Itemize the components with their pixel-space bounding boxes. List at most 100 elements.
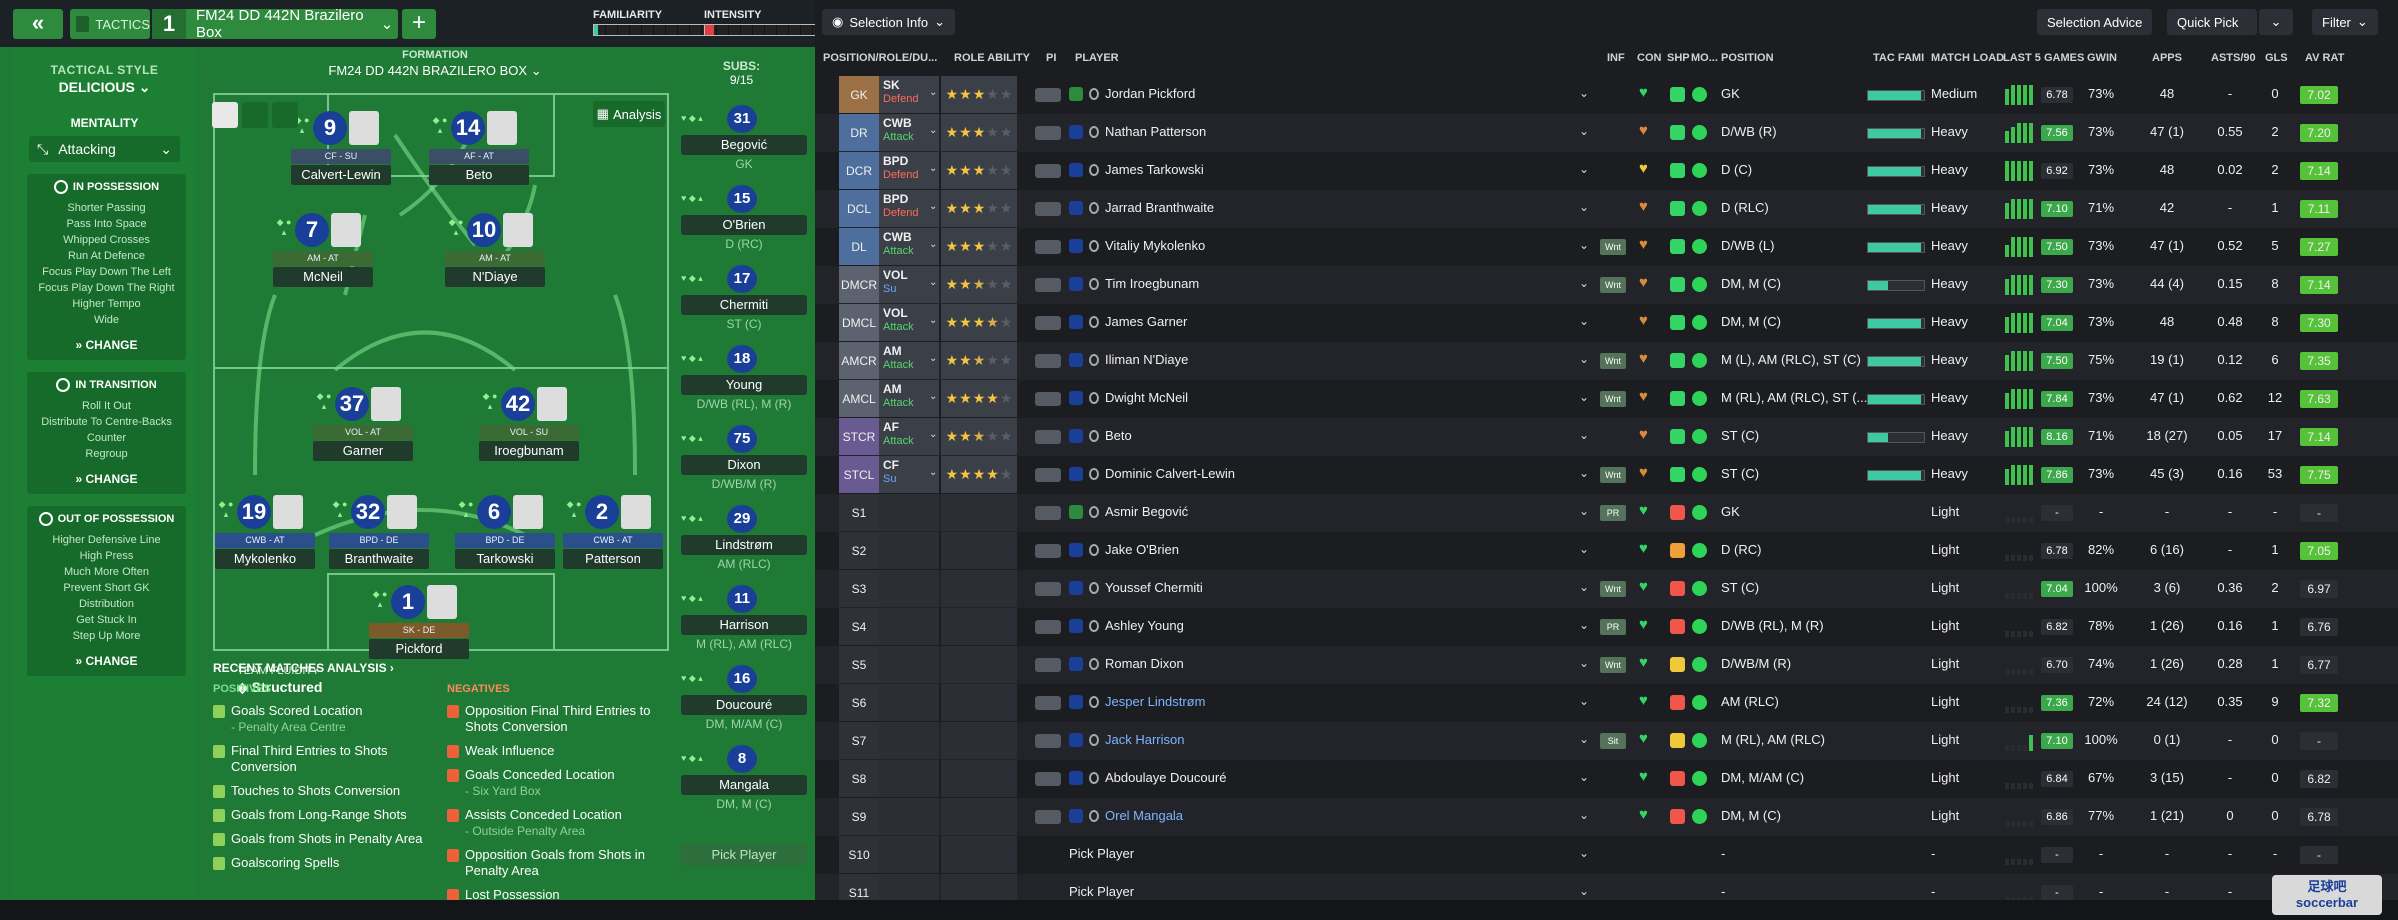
chevron-down-icon[interactable]: ⌄ bbox=[1579, 732, 1589, 746]
table-row[interactable]: AMCL AM Attack ⌄ ★ ★ ★ ★ ★ Dwight McNeil ⌄ Wnt ♥ M (R… bbox=[815, 380, 2398, 418]
player-role[interactable]: CWB - AT bbox=[563, 533, 663, 548]
quick-pick-button[interactable]: Quick Pick bbox=[2167, 9, 2257, 35]
chevron-down-icon[interactable]: ⌄ bbox=[1579, 542, 1589, 556]
sub-name[interactable]: Lindstrøm bbox=[681, 535, 807, 555]
player-cell[interactable]: Jesper Lindstrøm bbox=[1069, 694, 1205, 709]
player-instructions-icon[interactable] bbox=[1035, 734, 1061, 748]
quick-pick-menu-button[interactable]: ⌄ bbox=[2259, 9, 2293, 35]
player-cell[interactable]: Jarrad Branthwaite bbox=[1069, 200, 1214, 215]
chevron-down-icon[interactable]: ⌄ bbox=[1579, 884, 1589, 898]
analysis-item[interactable]: Touches to Shots Conversion bbox=[213, 783, 433, 799]
sub-player[interactable]: ♥ ◆ ▴ 16 Doucouré DM, M/AM (C) bbox=[673, 665, 810, 741]
analysis-item[interactable]: Final Third Entries to Shots Conversion bbox=[213, 743, 433, 775]
recent-matches-analysis-link[interactable]: RECENT MATCHES ANALYSIS › bbox=[213, 661, 394, 675]
table-row[interactable]: S10 Pick Player ⌄ - - - - - - - - bbox=[815, 836, 2398, 874]
player-cell[interactable]: Orel Mangala bbox=[1069, 808, 1183, 823]
player-cell[interactable]: Ashley Young bbox=[1069, 618, 1184, 633]
player-cell[interactable]: Beto bbox=[1069, 428, 1132, 443]
chevron-down-icon[interactable]: ⌄ bbox=[1579, 238, 1589, 252]
player-name[interactable]: Tarkowski bbox=[455, 549, 555, 569]
player-role[interactable]: AM - AT bbox=[273, 251, 373, 266]
player-cell[interactable]: Tim Iroegbunam bbox=[1069, 276, 1199, 291]
player-role[interactable]: VOL - AT bbox=[313, 425, 413, 440]
analysis-item[interactable]: Weak Influence bbox=[447, 743, 667, 759]
chevron-down-icon[interactable]: ⌄ bbox=[1579, 504, 1589, 518]
player-cell[interactable]: Dwight McNeil bbox=[1069, 390, 1188, 405]
player-cell[interactable]: Vitaliy Mykolenko bbox=[1069, 238, 1205, 253]
table-row[interactable]: S6 Jesper Lindstrøm ⌄ ♥ AM (RLC) Light 7.36 72%… bbox=[815, 684, 2398, 722]
table-row[interactable]: DCR BPD Defend ⌄ ★ ★ ★ ★ ★ James Tarkowski ⌄ ♥ D (C)… bbox=[815, 152, 2398, 190]
player-instructions-icon[interactable] bbox=[1035, 544, 1061, 558]
table-row[interactable]: S1 Asmir Begović ⌄ PR ♥ GK Light - - - - - - bbox=[815, 494, 2398, 532]
col-mo[interactable]: MO... bbox=[1691, 52, 1718, 64]
analysis-item[interactable]: Goals Conceded Location - Six Yard Box bbox=[447, 767, 667, 799]
player-instructions-icon[interactable] bbox=[1035, 658, 1061, 672]
col-last5[interactable]: LAST 5 GAMES bbox=[2003, 52, 2084, 64]
player-instructions-icon[interactable] bbox=[1035, 164, 1061, 178]
player-cell[interactable]: Dominic Calvert-Lewin bbox=[1069, 466, 1235, 481]
player-instructions-icon[interactable] bbox=[1035, 582, 1061, 596]
col-pos-role[interactable]: POSITION/ROLE/DU... bbox=[823, 52, 937, 64]
player-role[interactable]: SK - DE bbox=[369, 623, 469, 638]
player-role[interactable]: AM - AT bbox=[445, 251, 545, 266]
sub-player[interactable]: ♥ ◆ ▴ 29 Lindstrøm AM (RLC) bbox=[673, 505, 810, 581]
player-role[interactable]: BPD - DE bbox=[455, 533, 555, 548]
chevron-down-icon[interactable]: ⌄ bbox=[1579, 846, 1589, 860]
selection-advice-button[interactable]: Selection Advice bbox=[2037, 9, 2153, 35]
pick-player-button[interactable]: Pick Player bbox=[681, 844, 807, 866]
col-shp[interactable]: SHP bbox=[1667, 52, 1690, 64]
player-instructions-icon[interactable] bbox=[1035, 430, 1061, 444]
player-instructions-icon[interactable] bbox=[1035, 772, 1061, 786]
chevron-down-icon[interactable]: ⌄ bbox=[1579, 352, 1589, 366]
mentality-select[interactable]: ⤡ Attacking ⌄ bbox=[29, 136, 180, 162]
add-tactic-button[interactable]: + bbox=[402, 9, 436, 39]
chevron-down-icon[interactable]: ⌄ bbox=[1579, 694, 1589, 708]
formation-header[interactable]: FORMATION FM24 DD 442N BRAZILERO BOX ⌄ bbox=[200, 49, 670, 79]
analysis-button[interactable]: ▦ Analysis bbox=[593, 101, 665, 127]
sub-name[interactable]: Doucouré bbox=[681, 695, 807, 715]
table-row[interactable]: DL CWB Attack ⌄ ★ ★ ★ ★ ★ Vitaliy Mykolenko ⌄ Wnt ♥ D… bbox=[815, 228, 2398, 266]
filter-dropdown[interactable]: Filter ⌄ bbox=[2312, 9, 2378, 35]
selection-info-dropdown[interactable]: ◉ Selection Info ⌄ bbox=[822, 9, 956, 35]
chevron-down-icon[interactable]: ⌄ bbox=[1579, 314, 1589, 328]
chevron-down-icon[interactable]: ⌄ bbox=[1579, 124, 1589, 138]
back-button[interactable]: « bbox=[13, 9, 63, 39]
tactical-style[interactable]: TACTICAL STYLE DELICIOUS ⌄ bbox=[13, 63, 196, 96]
analysis-item[interactable]: Goals Scored Location - Penalty Area Cent… bbox=[213, 703, 433, 735]
player-name[interactable]: N'Diaye bbox=[445, 267, 545, 287]
chevron-down-icon[interactable]: ⌄ bbox=[1579, 770, 1589, 784]
player-cell[interactable]: Pick Player bbox=[1069, 884, 1134, 899]
instructions-view-icon[interactable] bbox=[272, 102, 298, 128]
player-name[interactable]: Garner bbox=[313, 441, 413, 461]
player-instructions-icon[interactable] bbox=[1035, 696, 1061, 710]
player-role[interactable]: VOL - SU bbox=[479, 425, 579, 440]
player-cell[interactable]: Nathan Patterson bbox=[1069, 124, 1206, 139]
player-cell[interactable]: Iliman N'Diaye bbox=[1069, 352, 1188, 367]
sub-name[interactable]: Harrison bbox=[681, 615, 807, 635]
sub-player[interactable]: ♥ ◆ ▴ 18 Young D/WB (RL), M (R) bbox=[673, 345, 810, 421]
player-cell[interactable]: James Garner bbox=[1069, 314, 1187, 329]
sub-player[interactable]: ♥ ◆ ▴ 11 Harrison M (RL), AM (RLC) bbox=[673, 585, 810, 661]
chevron-down-icon[interactable]: ⌄ bbox=[1579, 162, 1589, 176]
table-row[interactable]: DCL BPD Defend ⌄ ★ ★ ★ ★ ★ Jarrad Branthwaite ⌄ ♥ D … bbox=[815, 190, 2398, 228]
table-row[interactable]: DMCL VOL Attack ⌄ ★ ★ ★ ★ ★ James Garner ⌄ ♥ DM, M (… bbox=[815, 304, 2398, 342]
sub-player[interactable]: ♥ ◆ ▴ 17 Chermiti ST (C) bbox=[673, 265, 810, 341]
player-instructions-icon[interactable] bbox=[1035, 468, 1061, 482]
sub-player[interactable]: ♥ ◆ ▴ 8 Mangala DM, M (C) bbox=[673, 745, 810, 821]
player-instructions-icon[interactable] bbox=[1035, 126, 1061, 140]
col-con[interactable]: CON bbox=[1637, 52, 1661, 64]
player-instructions-icon[interactable] bbox=[1035, 202, 1061, 216]
sub-player[interactable]: ♥ ◆ ▴ 75 Dixon D/WB/M (R) bbox=[673, 425, 810, 501]
player-role[interactable]: CF - SU bbox=[291, 149, 391, 164]
analysis-item[interactable]: Goalscoring Spells bbox=[213, 855, 433, 871]
player-name[interactable]: Calvert-Lewin bbox=[291, 165, 391, 185]
player-instructions-icon[interactable] bbox=[1035, 392, 1061, 406]
chevron-down-icon[interactable]: ⌄ bbox=[1579, 808, 1589, 822]
col-apps[interactable]: APPS bbox=[2152, 52, 2182, 64]
in-possession-change-button[interactable]: » CHANGE bbox=[31, 338, 182, 352]
player-cell[interactable]: Jake O'Brien bbox=[1069, 542, 1179, 557]
table-row[interactable]: S8 Abdoulaye Doucouré ⌄ ♥ DM, M/AM (C) Light 6… bbox=[815, 760, 2398, 798]
table-row[interactable]: DR CWB Attack ⌄ ★ ★ ★ ★ ★ Nathan Patterson ⌄ ♥ D/WB … bbox=[815, 114, 2398, 152]
analysis-item[interactable]: Opposition Goals from Shots in Penalty A… bbox=[447, 847, 667, 879]
sub-name[interactable]: Mangala bbox=[681, 775, 807, 795]
